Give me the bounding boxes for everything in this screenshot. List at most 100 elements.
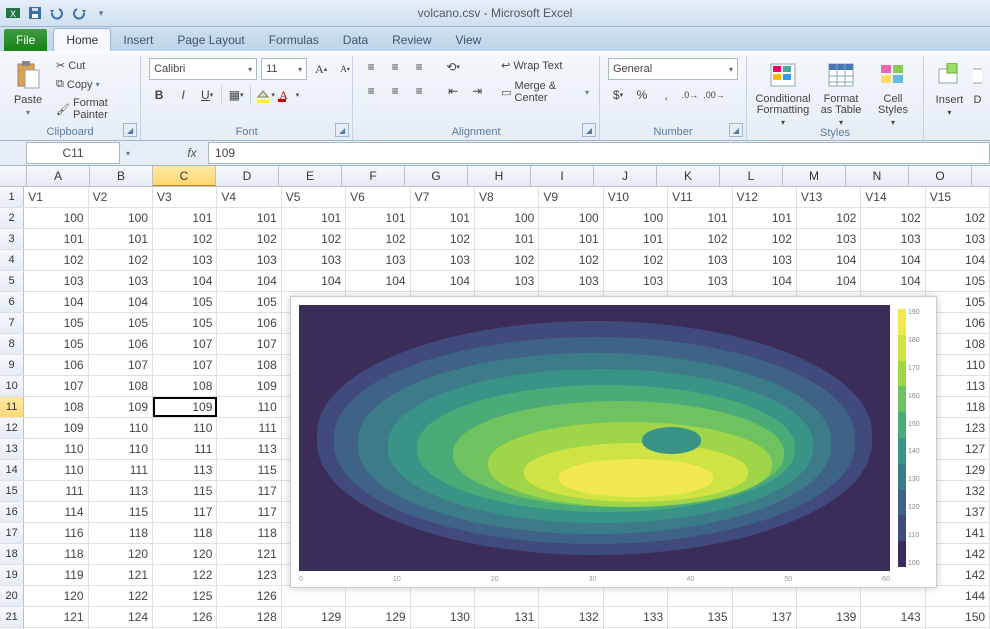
cell[interactable]: 102 [153,229,217,249]
column-header[interactable]: A [27,166,90,186]
cell[interactable]: 100 [89,208,153,228]
cell[interactable]: V6 [346,187,410,207]
cell[interactable]: 122 [153,565,217,585]
cell[interactable]: 120 [89,544,153,564]
cell[interactable]: 110 [89,418,153,438]
cell[interactable]: 103 [668,250,732,270]
column-header[interactable]: F [342,166,405,186]
clipboard-dialog-launcher[interactable]: ◢ [123,123,137,137]
worksheet[interactable]: ABCDEFGHIJKLMNO 1V1V2V3V4V5V6V7V8V9V10V1… [0,166,990,629]
cell[interactable]: 129 [346,607,410,627]
cell[interactable]: 109 [89,397,153,417]
cell[interactable]: 106 [89,334,153,354]
column-header[interactable]: N [846,166,909,186]
cell[interactable]: 102 [24,250,88,270]
cell-styles-button[interactable]: Cell Styles▾ [871,58,915,127]
cell[interactable]: 101 [24,229,88,249]
column-header[interactable]: D [216,166,279,186]
cell[interactable]: 106 [217,313,281,333]
cell[interactable]: 115 [153,481,217,501]
cell[interactable]: 113 [217,439,281,459]
cell[interactable]: 108 [153,376,217,396]
cell[interactable]: 104 [797,271,861,291]
cell[interactable]: 104 [346,271,410,291]
cell[interactable]: 102 [539,250,603,270]
cell[interactable]: 100 [475,208,539,228]
number-dialog-launcher[interactable]: ◢ [729,123,743,137]
cell[interactable]: 102 [861,208,925,228]
row-header[interactable]: 3 [0,229,24,249]
cell[interactable]: 121 [89,565,153,585]
cell[interactable]: 103 [604,271,668,291]
cell[interactable]: 103 [475,271,539,291]
cell[interactable]: 103 [539,271,603,291]
cell[interactable] [861,586,925,606]
column-header[interactable]: H [468,166,531,186]
cell[interactable]: 101 [282,208,346,228]
cell[interactable]: 103 [861,229,925,249]
cell[interactable]: 143 [861,607,925,627]
cell[interactable]: 110 [153,418,217,438]
cell[interactable]: 102 [733,229,797,249]
cell[interactable]: 105 [217,292,281,312]
cell[interactable]: 137 [733,607,797,627]
column-header[interactable]: L [720,166,783,186]
cell[interactable]: 103 [926,229,990,249]
align-bottom-icon[interactable]: ≡ [409,58,429,76]
row-header[interactable]: 7 [0,313,24,333]
cell[interactable]: 111 [24,481,88,501]
decrease-indent-icon[interactable]: ⇤ [443,82,463,100]
font-dialog-launcher[interactable]: ◢ [335,123,349,137]
format-as-table-button[interactable]: Format as Table▾ [817,58,865,127]
tab-home[interactable]: Home [53,28,111,51]
increase-decimal-icon[interactable]: .0→ [680,86,700,104]
cell[interactable]: 129 [282,607,346,627]
tab-view[interactable]: View [444,29,494,51]
cell[interactable]: 100 [24,208,88,228]
cell[interactable]: V7 [411,187,475,207]
orientation-icon[interactable]: ⟲▾ [443,58,463,76]
percent-icon[interactable]: % [632,86,652,104]
cell[interactable]: 105 [926,271,990,291]
cell[interactable]: 102 [282,229,346,249]
cell[interactable]: 120 [153,544,217,564]
row-header[interactable]: 9 [0,355,24,375]
cell[interactable]: 103 [24,271,88,291]
cell[interactable]: 101 [539,229,603,249]
number-format-combo[interactable]: General▾ [608,58,738,80]
cell[interactable]: 128 [217,607,281,627]
cell[interactable]: 102 [604,250,668,270]
cell[interactable]: 115 [89,502,153,522]
cell[interactable]: 103 [282,250,346,270]
grow-font-icon[interactable]: A▴ [311,60,331,78]
insert-cells-button[interactable]: Insert▾ [932,58,967,117]
cell[interactable] [668,586,732,606]
qat-customize-icon[interactable]: ▾ [92,4,110,22]
row-header[interactable]: 21 [0,607,24,627]
cell[interactable]: V10 [604,187,668,207]
cell[interactable]: 103 [217,250,281,270]
cell[interactable]: 150 [926,607,990,627]
cell[interactable]: 102 [926,208,990,228]
cell[interactable]: 113 [89,481,153,501]
tab-data[interactable]: Data [331,29,380,51]
redo-icon[interactable] [70,4,88,22]
cell[interactable]: 117 [217,481,281,501]
cell[interactable]: 111 [89,460,153,480]
row-header[interactable]: 10 [0,376,24,396]
cell[interactable]: 102 [668,229,732,249]
cell[interactable]: V15 [926,187,990,207]
cell[interactable]: 110 [89,439,153,459]
cell[interactable]: 101 [153,208,217,228]
cell[interactable]: 103 [411,250,475,270]
cell[interactable]: 120 [24,586,88,606]
cell[interactable]: 103 [797,229,861,249]
cell[interactable]: 110 [24,439,88,459]
accounting-icon[interactable]: $▾ [608,86,628,104]
wrap-text-button[interactable]: ↩ Wrap Text [499,58,591,73]
cell[interactable]: V2 [89,187,153,207]
cell[interactable]: 111 [153,439,217,459]
cell[interactable]: 104 [153,271,217,291]
cell[interactable]: 103 [89,271,153,291]
cell[interactable]: 132 [539,607,603,627]
